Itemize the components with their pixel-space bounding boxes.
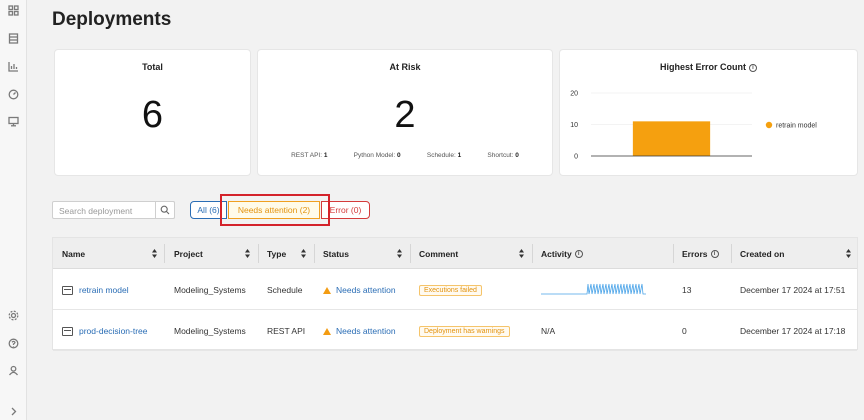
bar-retrain-model	[632, 121, 711, 156]
activity-sparkline	[541, 283, 646, 295]
at-risk-card: At Risk 2 REST API: 1 Python Model: 0 Sc…	[257, 49, 553, 176]
comment-tag: Deployment has warnings	[419, 325, 510, 337]
expand-icon[interactable]	[7, 405, 20, 418]
comment-tag: Executions failed	[419, 284, 482, 296]
status-cell: Needs attention	[314, 270, 396, 310]
sort-icon	[846, 249, 851, 258]
legend-label: retrain model	[776, 123, 817, 130]
sort-icon	[245, 249, 250, 258]
warning-icon	[323, 286, 331, 294]
deployment-icon	[62, 326, 73, 336]
errors-cell: 13	[682, 285, 692, 295]
y-tick-label: 20	[570, 91, 578, 98]
highest-error-card: Highest Error Count i 20 10 0 retrain model	[559, 49, 858, 176]
y-tick-label: 10	[570, 122, 578, 129]
help-icon[interactable]	[7, 337, 20, 350]
created-cell: December 17 2024 at 17:18	[740, 326, 846, 336]
errors-cell: 0	[682, 326, 687, 336]
dashboard-icon[interactable]	[7, 4, 20, 17]
activity-cell: N/A	[541, 326, 556, 336]
risk-shortcut: Shortcut: 0	[487, 152, 519, 159]
sort-icon	[152, 249, 157, 258]
main-content: Deployments Total 6 At Risk 2 REST API: …	[28, 0, 864, 420]
at-risk-breakdown: REST API: 1 Python Model: 0 Schedule: 1 …	[258, 152, 552, 159]
header-project[interactable]: Project	[165, 238, 258, 269]
activity-cell	[532, 270, 647, 310]
type-cell: Schedule	[267, 285, 303, 295]
deployment-name[interactable]: prod-decision-tree	[53, 311, 148, 351]
at-risk-value: 2	[394, 94, 416, 136]
filter-needs-attention-chip[interactable]: Needs attention (2)	[228, 201, 320, 219]
gauge-icon[interactable]	[7, 88, 20, 101]
risk-rest-api: REST API: 1	[291, 152, 328, 159]
chart-icon[interactable]	[7, 60, 20, 73]
legend-swatch	[765, 121, 773, 129]
user-icon[interactable]	[7, 364, 20, 377]
info-icon[interactable]: i	[574, 249, 583, 258]
highest-error-chart: 20 10 0 retrain model	[570, 91, 817, 161]
risk-schedule: Schedule: 1	[426, 152, 462, 159]
comment-cell: Deployment has warnings	[410, 311, 510, 351]
deployment-icon	[62, 285, 73, 295]
created-cell: December 17 2024 at 17:51	[740, 285, 846, 295]
left-sidebar	[0, 0, 27, 420]
search-button[interactable]	[155, 201, 175, 219]
list-icon[interactable]	[7, 32, 20, 45]
project-cell: Modeling_Systems	[174, 285, 246, 295]
header-comment[interactable]: Comment	[410, 238, 532, 269]
at-risk-card-title: At Risk	[389, 62, 421, 72]
total-card-title: Total	[142, 62, 163, 72]
table-header: Name Project Type Status Comment Activit…	[53, 238, 857, 269]
deployments-table: Name Project Type Status Comment Activit…	[52, 237, 858, 351]
project-cell: Modeling_Systems	[174, 326, 246, 336]
sort-icon	[519, 249, 524, 258]
table-row[interactable]: prod-decision-tree Modeling_Systems REST…	[53, 311, 857, 351]
header-activity: Activity i	[532, 238, 673, 269]
sort-icon	[301, 249, 306, 258]
filter-all-chip[interactable]: All (6)	[190, 201, 227, 219]
risk-python-model: Python Model: 0	[353, 152, 401, 159]
status-cell: Needs attention	[314, 311, 396, 351]
comment-cell: Executions failed	[410, 270, 482, 310]
y-tick-label: 0	[574, 154, 578, 161]
sort-icon	[397, 249, 402, 258]
header-errors: Errors i	[673, 238, 731, 269]
monitor-icon[interactable]	[7, 115, 20, 128]
header-created-on[interactable]: Created on	[731, 238, 859, 269]
type-cell: REST API	[267, 326, 306, 336]
info-icon[interactable]: i	[710, 249, 719, 258]
total-value: 6	[141, 94, 164, 136]
deployment-name[interactable]: retrain model	[53, 270, 129, 310]
header-type[interactable]: Type	[258, 238, 314, 269]
search-icon	[160, 205, 170, 215]
settings-icon[interactable]	[7, 309, 20, 322]
total-card: Total 6	[54, 49, 251, 176]
table-row[interactable]: retrain model Modeling_Systems Schedule …	[53, 270, 857, 310]
header-name[interactable]: Name	[53, 238, 165, 269]
warning-icon	[323, 327, 331, 335]
page-title: Deployments	[52, 9, 172, 30]
filter-error-chip[interactable]: Error (0)	[321, 201, 370, 219]
header-status[interactable]: Status	[314, 238, 410, 269]
